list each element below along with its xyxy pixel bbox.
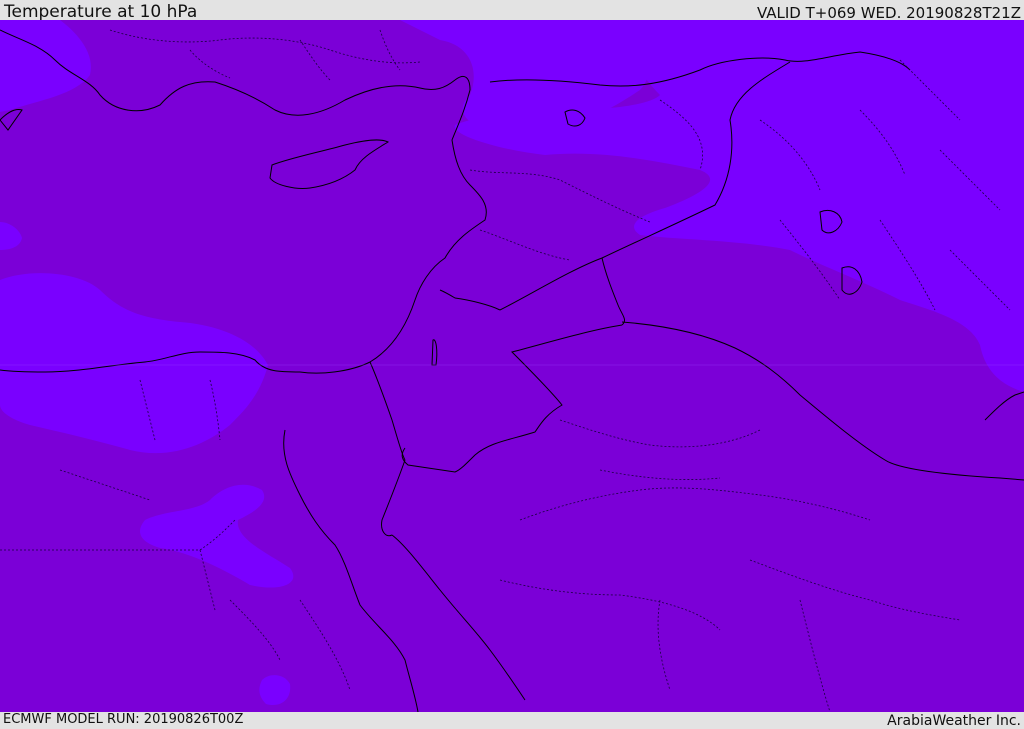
credit-label: ArabiaWeather Inc.	[887, 713, 1021, 729]
model-run-label: ECMWF MODEL RUN: 20190826T00Z	[3, 712, 244, 727]
header-bar: Temperature at 10 hPa VALID T+069 WED. 2…	[0, 0, 1024, 22]
temperature-map[interactable]	[0, 20, 1024, 712]
map-title: Temperature at 10 hPa	[4, 2, 198, 22]
valid-time-label: VALID T+069 WED. 20190828T21Z	[756, 4, 1021, 22]
footer-bar: ECMWF MODEL RUN: 20190826T00Z ArabiaWeat…	[0, 712, 1024, 729]
